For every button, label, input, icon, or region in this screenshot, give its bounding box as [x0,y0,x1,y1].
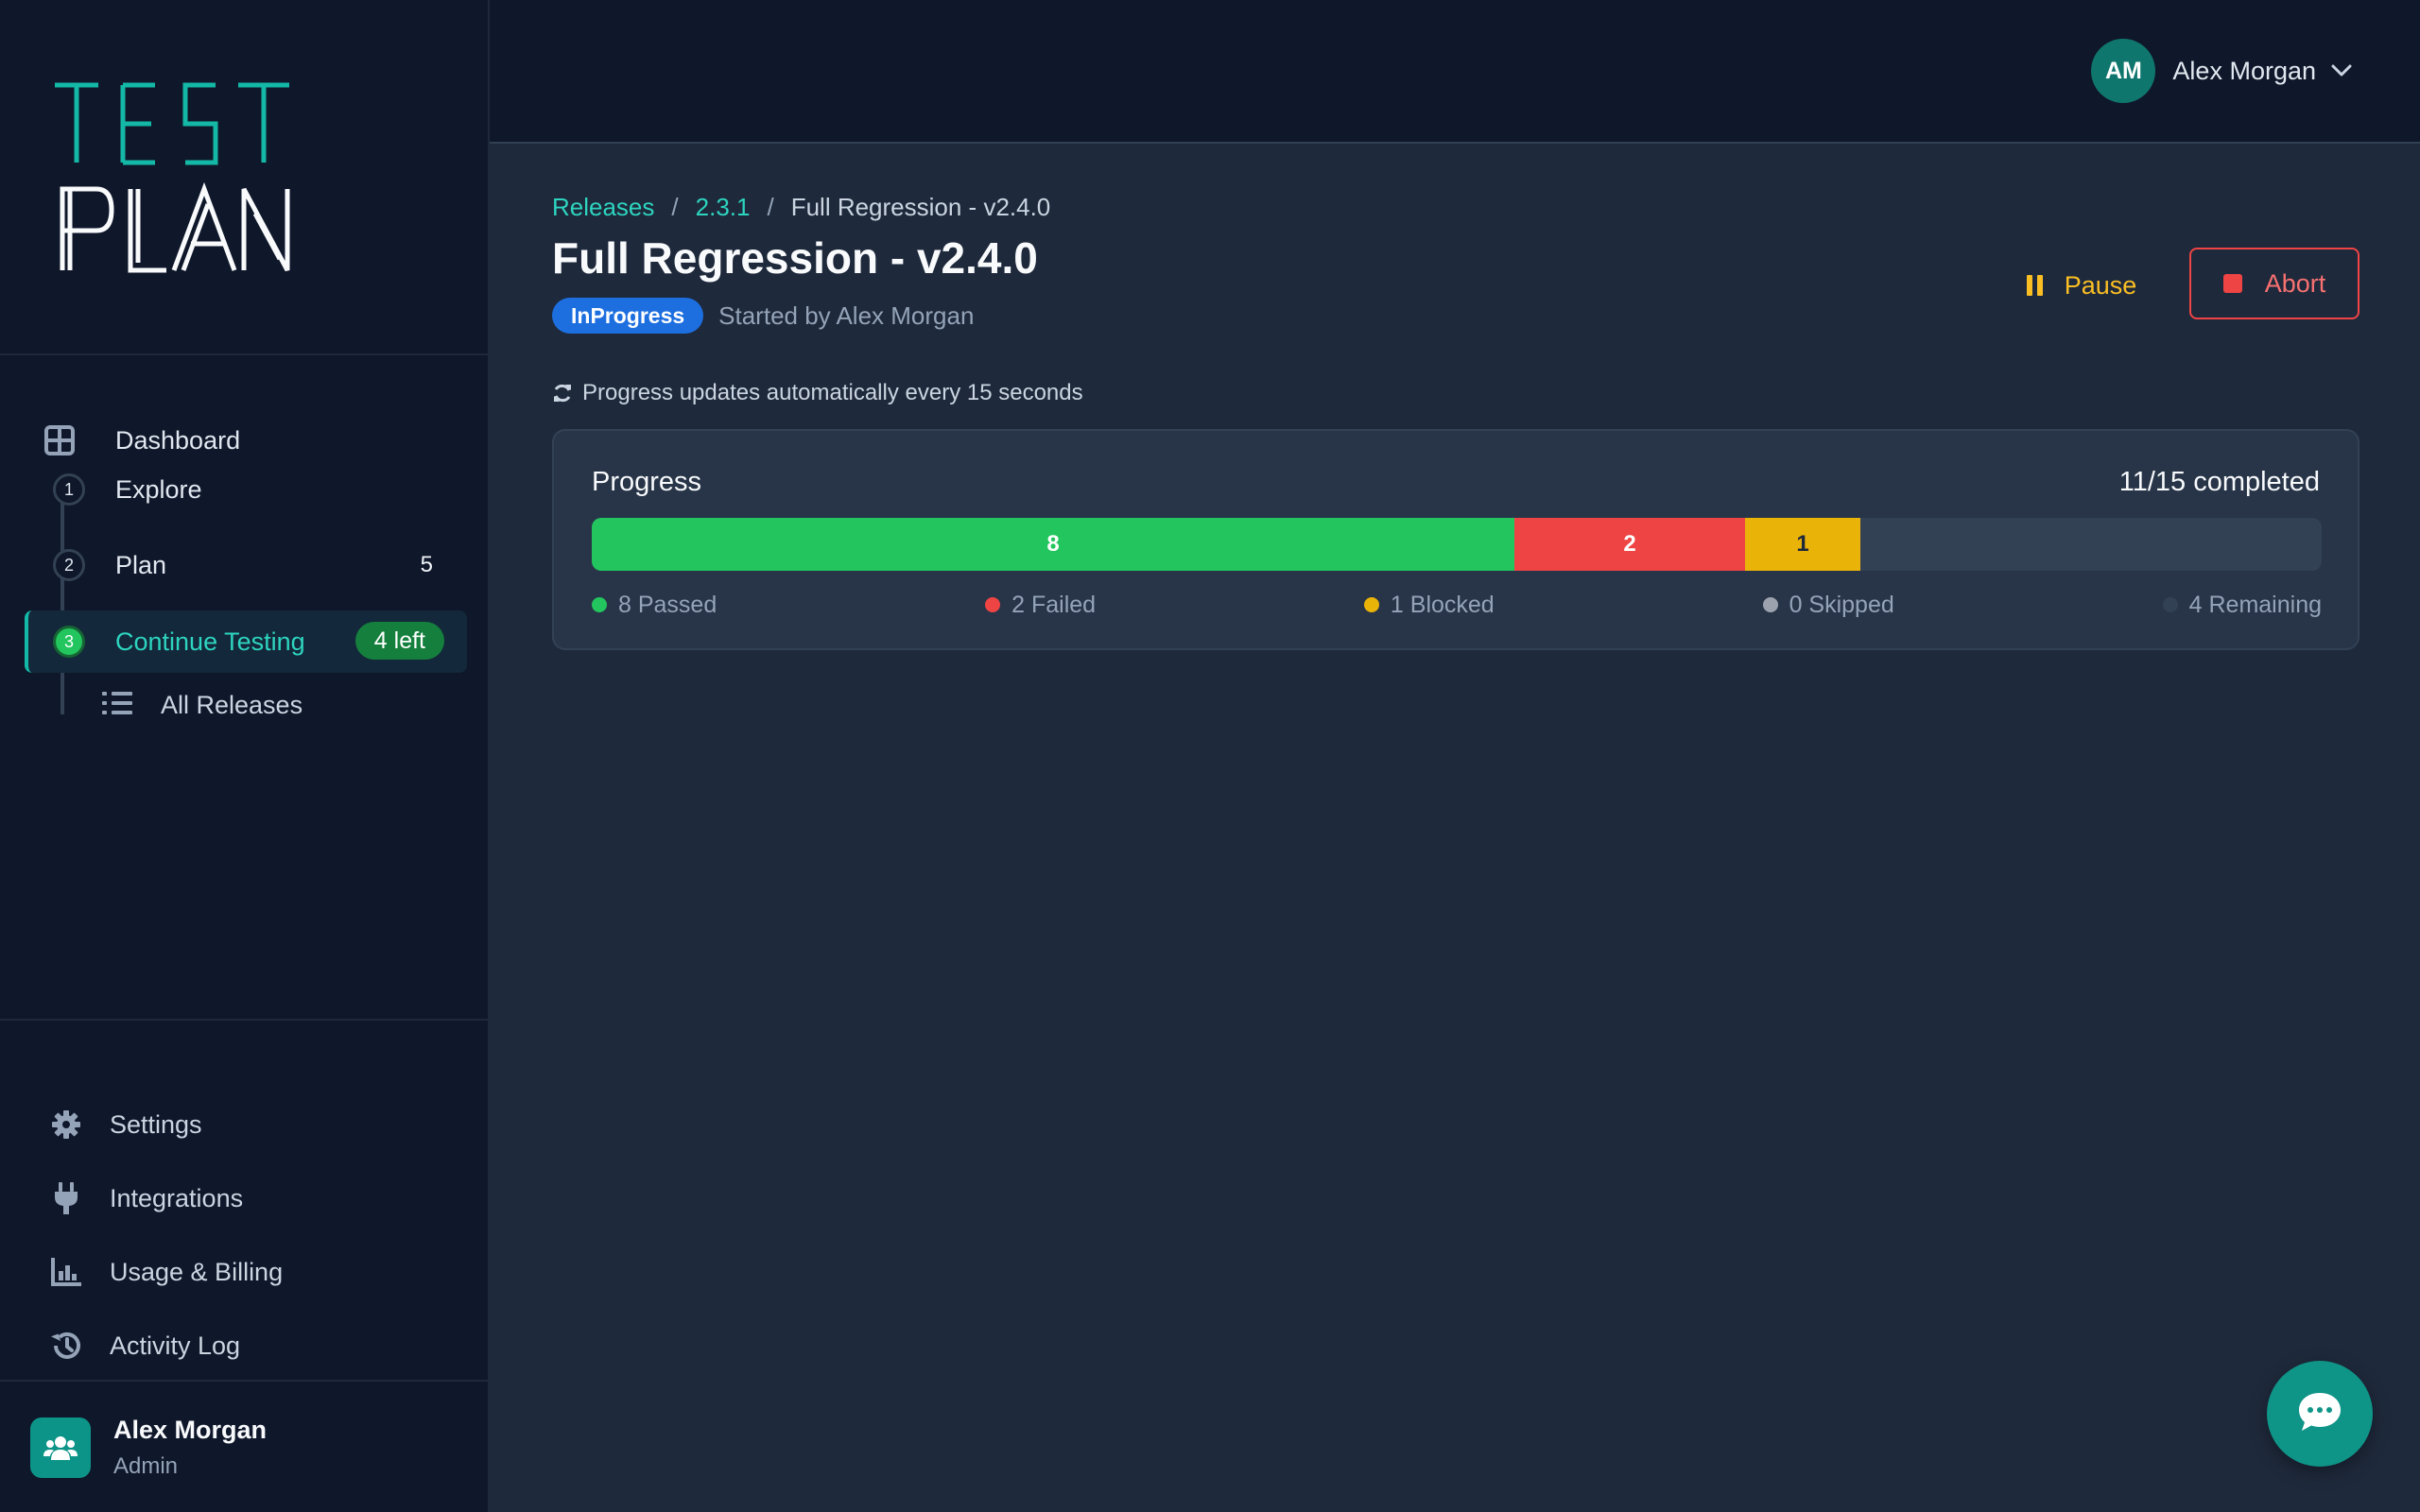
sidebar-step-continue-testing[interactable]: 3 Continue Testing 4 left [25,610,467,673]
dot-icon [592,597,607,612]
topbar: AM Alex Morgan [490,0,2420,144]
legend-label: 4 Remaining [2188,591,2322,618]
sidebar-item-usage-billing[interactable]: Usage & Billing [49,1244,283,1300]
progress-card: Progress 11/15 completed 8 2 1 8 Passed … [552,429,2360,650]
abort-button[interactable]: Abort [2189,248,2360,319]
dot-icon [2162,597,2178,612]
user-name: Alex Morgan [113,1416,268,1444]
logo-area [0,0,488,355]
sidebar: Dashboard 1 Explore 2 Plan 5 3 Continue … [0,0,490,1512]
step-label: Plan [115,550,167,579]
legend-blocked: 1 Blocked [1363,591,1495,619]
gear-icon [49,1108,83,1142]
pause-label: Pause [2064,270,2137,300]
status-row: InProgress Started by Alex Morgan [552,297,974,335]
progress-bar: 8 2 1 [592,518,2322,571]
stop-icon [2222,274,2242,293]
chat-button[interactable] [2267,1361,2373,1467]
sidebar-item-all-releases[interactable]: All Releases [102,677,302,733]
legend-label: 8 Passed [618,591,717,618]
progress-title: Progress [592,467,702,497]
progress-segment-passed: 8 [592,518,1514,571]
grid-icon [43,424,76,456]
dot-icon [1363,597,1379,612]
page-title: Full Regression - v2.4.0 [552,233,1038,283]
legend-label: 1 Blocked [1390,591,1495,618]
users-icon [30,1418,91,1478]
sidebar-bottom-nav: Settings Integrations Usage & Billing Ac… [0,1019,488,1360]
auto-refresh-note: Progress updates automatically every 15 … [552,380,1083,406]
pause-button[interactable]: Pause [2006,249,2157,321]
legend-label: 0 Skipped [1789,591,1894,618]
breadcrumb-separator: / [767,193,774,221]
sidebar-item-label: Activity Log [110,1331,241,1360]
steps-connector [60,488,64,714]
sidebar-item-label: Usage & Billing [110,1257,284,1286]
chat-icon [2297,1391,2342,1437]
step-label: Explore [115,474,202,504]
progress-segment-failed: 2 [1514,518,1745,571]
refresh-icon [552,383,573,404]
progress-completed: 11/15 completed [2118,467,2320,497]
abort-label: Abort [2264,268,2326,298]
sidebar-item-label: All Releases [161,690,303,719]
step-label: Continue Testing [115,627,305,656]
breadcrumb-separator: / [671,193,679,221]
sidebar-item-label: Dashboard [115,425,241,455]
sidebar-step-plan[interactable]: 2 Plan 5 [25,537,467,593]
sidebar-item-activity-log[interactable]: Activity Log [49,1317,240,1374]
history-icon [49,1329,83,1363]
app-root: Dashboard 1 Explore 2 Plan 5 3 Continue … [0,0,2420,1512]
sidebar-item-integrations[interactable]: Integrations [49,1170,243,1227]
step-number: 2 [53,549,85,581]
breadcrumb-releases[interactable]: Releases [552,193,654,222]
breadcrumb: Releases / 2.3.1 / Full Regression - v2.… [552,193,1050,222]
sidebar-step-explore[interactable]: 1 Explore [25,461,467,518]
progress-legend: 8 Passed 2 Failed 1 Blocked 0 Skipped 4 … [592,588,2322,622]
status-badge: InProgress [552,298,704,334]
sidebar-user[interactable]: Alex Morgan Admin [0,1380,488,1512]
started-by: Started by Alex Morgan [718,301,975,330]
step-number: 1 [53,473,85,506]
chevron-down-icon [2331,64,2352,77]
main-content: Releases / 2.3.1 / Full Regression - v2.… [490,144,2420,1512]
plug-icon [49,1181,83,1215]
sidebar-item-label: Settings [110,1109,202,1139]
dot-icon [985,597,1001,612]
pause-icon [2026,275,2044,296]
legend-passed: 8 Passed [592,592,717,619]
brand-logo[interactable] [53,72,308,280]
remaining-badge: 4 left [354,622,444,660]
legend-remaining: 4 Remaining [2162,591,2322,619]
avatar: AM [2091,39,2156,103]
list-icon [102,690,132,721]
legend-label: 2 Failed [1011,591,1097,618]
dot-icon [1762,597,1778,612]
auto-note-text: Progress updates automatically every 15 … [582,380,1083,405]
sidebar-item-settings[interactable]: Settings [49,1096,202,1153]
user-menu[interactable]: AM Alex Morgan [2091,38,2352,104]
breadcrumb-current: Full Regression - v2.4.0 [790,193,1051,221]
breadcrumb-version[interactable]: 2.3.1 [696,193,751,222]
progress-segment-blocked: 1 [1745,518,1860,571]
step-count: 5 [420,552,433,577]
legend-skipped: 0 Skipped [1762,591,1894,619]
user-menu-name: Alex Morgan [2172,56,2316,85]
sidebar-item-label: Integrations [110,1183,244,1212]
bar-chart-icon [49,1255,83,1289]
step-number: 3 [53,626,85,658]
user-role: Admin [113,1453,179,1479]
legend-failed: 2 Failed [985,592,1096,619]
